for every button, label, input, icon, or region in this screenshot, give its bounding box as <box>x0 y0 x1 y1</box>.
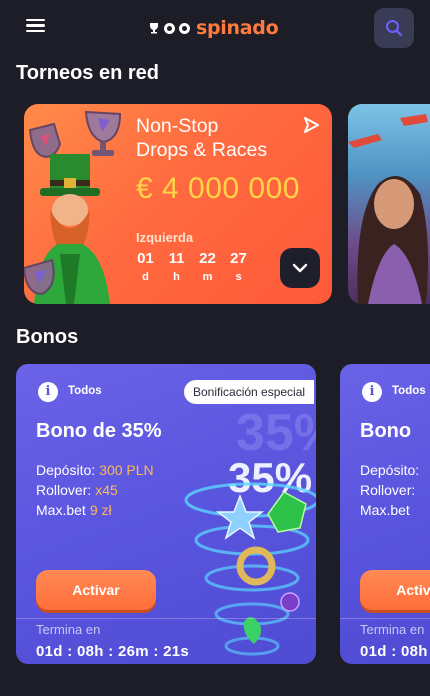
bonus-rollover-row: Rollover: x45 <box>36 480 154 500</box>
info-icon[interactable]: i <box>38 382 58 402</box>
divider <box>340 618 430 619</box>
bonus-card-next[interactable]: i Todos Bono Depósito: Rollover: Max.bet… <box>340 364 430 664</box>
divider <box>16 618 316 619</box>
maxbet-label: Max.bet <box>360 502 410 518</box>
ends-label: Termina en <box>36 622 101 637</box>
hamburger-icon-line <box>26 29 45 33</box>
rollover-label: Rollover: <box>36 482 92 498</box>
play-icon[interactable] <box>302 116 320 134</box>
bonus-category: Todos <box>68 385 102 397</box>
timer-seconds: 27 s <box>229 250 248 283</box>
timer-unit: d <box>142 271 149 283</box>
menu-button[interactable] <box>22 16 50 40</box>
tournament-title: Non-Stop Drops & Races <box>136 114 267 162</box>
gem-icon <box>280 592 300 612</box>
leprechaun-illustration <box>24 110 122 304</box>
bonus-deposit-row: Depósito: 300 PLN <box>36 460 154 480</box>
bonus-maxbet-row: Max.bet <box>360 500 419 520</box>
trophy-icon <box>24 258 55 296</box>
bonus-card[interactable]: 35% 35% i Todos Bonificación especial Bo… <box>16 364 316 664</box>
bonuses-section-title: Bonos <box>16 326 79 348</box>
timer-days: 01 d <box>136 250 155 283</box>
ends-label: Termina en <box>360 622 425 637</box>
bonus-countdown: 01d : 08h <box>360 643 428 660</box>
top-header: spinado <box>0 0 430 56</box>
tournament-card[interactable]: Non-Stop Drops & Races € 4 000 000 Izqui… <box>24 104 332 304</box>
airplane-icon <box>348 114 428 148</box>
tournament-title-line1: Non-Stop <box>136 115 219 137</box>
search-icon <box>386 20 403 37</box>
tournament-time-left-label: Izquierda <box>136 230 194 245</box>
logo-dot-icon <box>164 22 175 34</box>
timer-minutes: 22 m <box>198 250 217 283</box>
expand-button[interactable] <box>280 248 320 288</box>
bonus-deposit-row: Depósito: <box>360 460 419 480</box>
bonus-details: Depósito: Rollover: Max.bet <box>360 460 419 520</box>
timer-unit: m <box>202 271 213 283</box>
info-icon[interactable]: i <box>362 382 382 402</box>
woman-illustration <box>348 114 428 304</box>
bonus-maxbet-row: Max.bet 9 zł <box>36 500 154 520</box>
timer-value: 22 <box>199 250 216 267</box>
timer-value: 27 <box>230 250 247 267</box>
timer-unit: s <box>235 271 242 283</box>
trophy-icon <box>28 122 62 158</box>
timer-unit: h <box>173 271 180 283</box>
special-bonus-badge: Bonificación especial <box>184 380 315 404</box>
bonus-rollover-row: Rollover: <box>360 480 419 500</box>
timer-value: 11 <box>168 250 185 267</box>
rollover-label: Rollover: <box>360 482 416 498</box>
tournament-title-line2: Drops & Races <box>136 139 268 161</box>
logo-text: spinado <box>196 17 279 39</box>
logo[interactable]: spinado <box>148 14 279 42</box>
deposit-label: Depósito: <box>36 462 96 478</box>
timer-value: 01 <box>137 250 154 267</box>
trophy-icon <box>150 23 158 34</box>
bonus-title: Bono de 35% <box>36 420 162 442</box>
tournament-prize-amount: € 4 000 000 <box>136 172 300 205</box>
bonus-countdown: 01d : 08h : 26m : 21s <box>36 643 190 660</box>
deposit-label: Depósito: <box>360 462 420 478</box>
bonus-category: Todos <box>392 385 426 397</box>
tournament-card-next[interactable] <box>348 104 430 304</box>
timer-hours: 11 h <box>167 250 186 283</box>
bonus-details: Depósito: 300 PLN Rollover: x45 Max.bet 9 z… <box>36 460 154 520</box>
search-button[interactable] <box>374 8 414 48</box>
tournament-timer: 01 d 11 h 22 m 27 s <box>136 250 248 283</box>
bonus-art-illustration: 35% 35% <box>184 404 316 656</box>
activate-button[interactable]: Activar <box>360 570 430 610</box>
activate-button[interactable]: Activar <box>36 570 156 610</box>
rollover-value: x45 <box>95 482 118 498</box>
hamburger-icon-line <box>26 19 45 22</box>
maxbet-label: Max.bet <box>36 502 86 518</box>
clover-icon <box>243 617 262 644</box>
maxbet-value: 9 zł <box>89 502 112 518</box>
tournaments-section-title: Torneos en red <box>16 62 159 84</box>
bonus-art-text: 35% <box>228 454 312 501</box>
trophy-icon <box>84 110 122 156</box>
logo-dot-icon <box>179 22 190 34</box>
star-icon <box>215 493 265 540</box>
hamburger-icon-line <box>26 24 45 27</box>
deposit-value: 300 PLN <box>99 462 154 478</box>
chevron-down-icon <box>292 263 308 273</box>
bonus-title: Bono <box>360 420 412 442</box>
